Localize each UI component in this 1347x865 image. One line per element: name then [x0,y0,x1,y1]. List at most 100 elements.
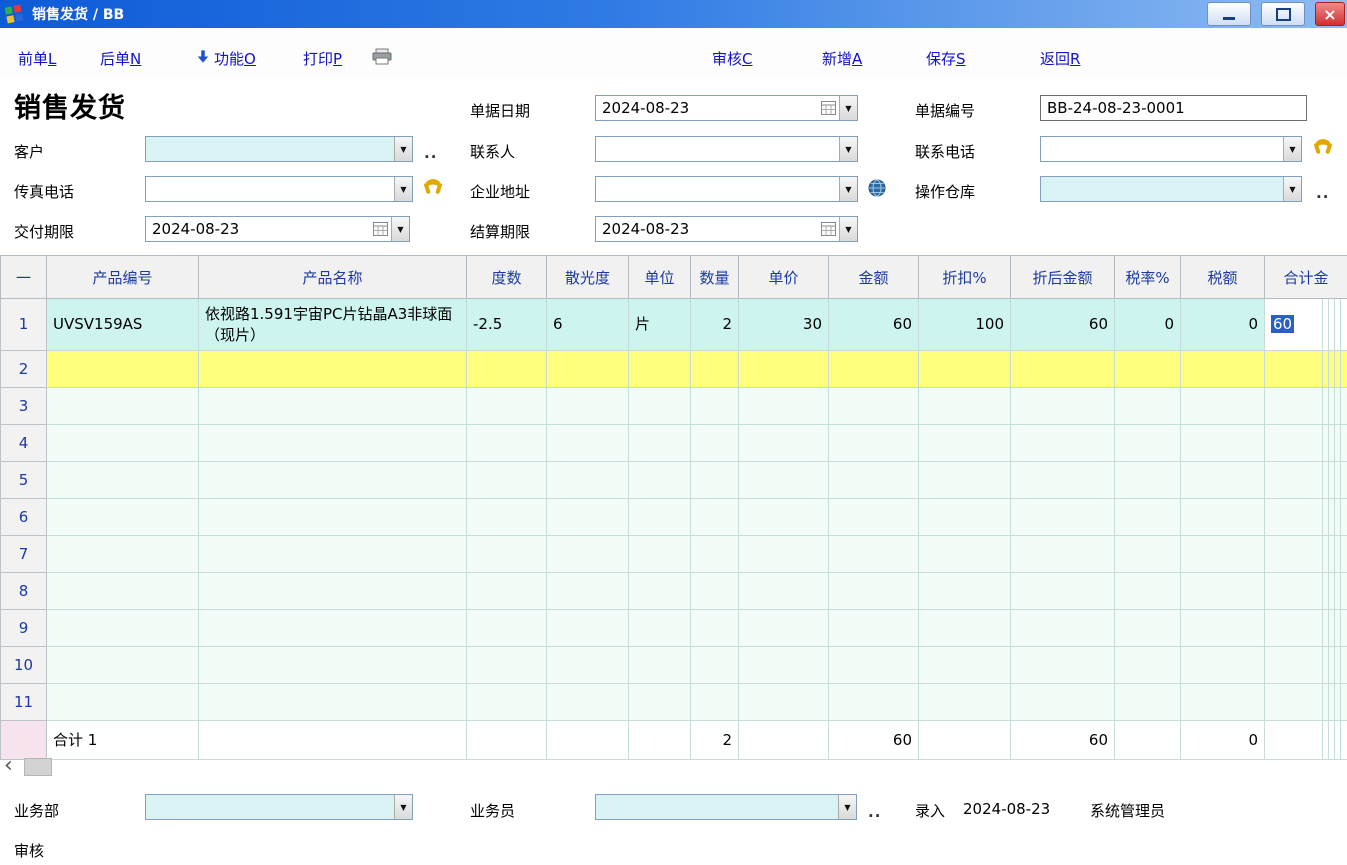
grid-cell[interactable] [629,573,691,610]
salesman-browse-button[interactable]: .. [868,803,881,821]
grid-cell[interactable] [199,610,467,647]
next-doc-button[interactable]: 后单N [100,48,141,69]
grid-cell[interactable] [1181,647,1265,684]
grid-cell[interactable] [47,573,199,610]
row-number-cell[interactable]: 10 [1,647,47,684]
dropdown-arrow-icon[interactable]: ▼ [394,795,412,819]
grid-cell[interactable]: 60 [829,299,919,351]
grid-cell[interactable] [467,610,547,647]
grid-cell[interactable] [1115,388,1181,425]
print-button[interactable]: 打印P [303,48,342,69]
grid-cell[interactable] [467,536,547,573]
grid-cell[interactable] [1181,388,1265,425]
grid-cell[interactable] [919,425,1011,462]
row-number-cell[interactable]: 9 [1,610,47,647]
col-header-rownum[interactable]: 一 [1,256,47,299]
grid-cell[interactable] [829,536,919,573]
col-header-discount[interactable]: 折扣% [919,256,1011,299]
selected-cell-value[interactable]: 60 [1271,315,1294,333]
table-row[interactable]: 10 [1,647,1347,684]
dropdown-arrow-icon[interactable]: ▼ [839,217,857,241]
grid-cell[interactable] [1011,462,1115,499]
grid-cell[interactable] [1341,425,1347,462]
grid-cell[interactable] [467,499,547,536]
col-header-price[interactable]: 单价 [739,256,829,299]
printer-icon[interactable] [372,48,392,65]
grid-cell[interactable] [1115,684,1181,721]
grid-cell[interactable] [691,573,739,610]
grid-cell[interactable] [47,610,199,647]
grid-cell[interactable] [199,499,467,536]
function-button[interactable]: 功能O [214,48,256,69]
grid-cell[interactable] [739,647,829,684]
grid-cell[interactable] [1181,610,1265,647]
phone-icon[interactable] [422,178,444,198]
grid-cell[interactable] [739,462,829,499]
grid-cell[interactable] [547,462,629,499]
dropdown-arrow-icon[interactable]: ▼ [394,177,412,201]
grid-cell[interactable] [691,425,739,462]
grid-cell[interactable] [199,425,467,462]
grid-cell[interactable] [829,462,919,499]
grid-cell[interactable] [547,388,629,425]
grid-cell[interactable] [1115,462,1181,499]
contact-combo[interactable]: ▼ [595,136,858,162]
grid-cell[interactable] [1181,425,1265,462]
grid-cell[interactable] [1011,351,1115,388]
col-header-tax[interactable]: 税额 [1181,256,1265,299]
warehouse-browse-button[interactable]: .. [1316,184,1329,202]
grid-cell[interactable]: 2 [691,299,739,351]
grid-cell[interactable] [199,647,467,684]
grid-cell[interactable] [739,684,829,721]
grid-cell[interactable] [467,573,547,610]
grid-cell[interactable]: 依视路1.591宇宙PC片钻晶A3非球面（现片） [199,299,467,351]
grid-cell[interactable] [829,388,919,425]
grid-cell[interactable] [829,351,919,388]
grid-cell[interactable] [47,647,199,684]
grid-cell[interactable]: -2.5 [467,299,547,351]
grid-cell[interactable] [691,388,739,425]
grid-cell[interactable] [1011,647,1115,684]
grid-cell[interactable]: 100 [919,299,1011,351]
grid-cell[interactable] [547,647,629,684]
grid-cell[interactable] [467,351,547,388]
minimize-button[interactable] [1207,2,1251,26]
grid-cell[interactable] [919,610,1011,647]
prev-doc-button[interactable]: 前单L [18,48,56,69]
dropdown-arrow-icon[interactable]: ▼ [1283,137,1301,161]
grid-cell[interactable] [829,684,919,721]
grid-cell[interactable]: 60 [1265,299,1323,351]
grid-cell[interactable] [47,388,199,425]
grid-cell[interactable] [1115,351,1181,388]
grid-cell[interactable] [829,499,919,536]
grid-cell[interactable] [629,684,691,721]
row-number-cell[interactable]: 5 [1,462,47,499]
dropdown-arrow-icon[interactable]: ▼ [394,137,412,161]
grid-cell[interactable] [691,684,739,721]
table-row[interactable]: 5 [1,462,1347,499]
table-row[interactable]: 7 [1,536,1347,573]
table-row[interactable]: 9 [1,610,1347,647]
close-button[interactable]: × [1315,2,1345,26]
fax-combo[interactable]: ▼ [145,176,413,202]
grid-cell[interactable] [829,425,919,462]
row-number-cell[interactable]: 2 [1,351,47,388]
phone-combo[interactable]: ▼ [1040,136,1302,162]
grid-cell[interactable] [1265,462,1323,499]
col-header-qty[interactable]: 数量 [691,256,739,299]
grid-cell[interactable] [1115,610,1181,647]
new-button[interactable]: 新增A [822,48,862,69]
grid-cell[interactable] [199,536,467,573]
settlement-date-field[interactable]: 2024-08-23 ▼ [595,216,858,242]
grid-cell[interactable] [919,573,1011,610]
table-row[interactable]: 2 [1,351,1347,388]
grid-cell[interactable] [199,462,467,499]
grid-cell[interactable] [1011,499,1115,536]
grid-cell[interactable] [1181,573,1265,610]
grid-cell[interactable] [919,462,1011,499]
grid-cell[interactable] [691,462,739,499]
grid-cell[interactable] [739,425,829,462]
grid-cell[interactable] [829,647,919,684]
grid-cell[interactable] [829,573,919,610]
row-number-cell[interactable]: 7 [1,536,47,573]
